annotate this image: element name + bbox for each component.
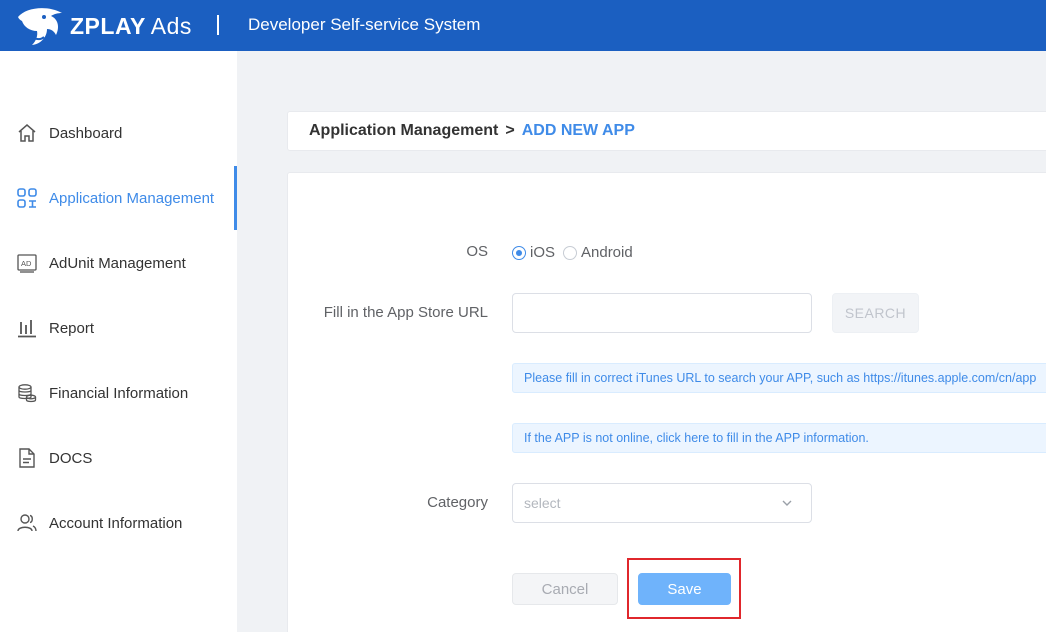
breadcrumb-current: ADD NEW APP	[521, 122, 635, 139]
svg-text:AD: AD	[21, 259, 32, 268]
coins-icon	[18, 384, 37, 403]
os-radio-ios[interactable]: iOS	[512, 244, 555, 261]
breadcrumb: Application Management > ADD NEW APP	[287, 111, 1046, 151]
logo-text: ZPLAY Ads	[70, 12, 192, 39]
breadcrumb-parent-link[interactable]: Application Management	[309, 122, 498, 140]
sidebar-item-adunit-management[interactable]: AD AdUnit Management	[0, 231, 237, 295]
top-header: ZPLAY Ads Developer Self-service System	[0, 0, 1046, 51]
ad-icon: AD	[17, 254, 37, 273]
sidebar-item-dashboard[interactable]: Dashboard	[0, 101, 237, 165]
app-store-url-input[interactable]	[512, 293, 812, 333]
sidebar-item-report[interactable]: Report	[0, 296, 237, 360]
os-radio-android[interactable]: Android	[563, 244, 633, 261]
sidebar-item-label: Financial Information	[49, 384, 189, 402]
offline-app-hint-link[interactable]: If the APP is not online, click here to …	[512, 423, 1046, 453]
os-label: OS	[466, 243, 488, 260]
system-title: Developer Self-service System	[248, 15, 481, 34]
zplay-logo[interactable]: ZPLAY Ads	[14, 5, 192, 47]
itunes-url-hint: Please fill in correct iTunes URL to sea…	[512, 363, 1046, 393]
sidebar-item-label: Report	[49, 319, 95, 337]
radio-label: iOS	[530, 244, 556, 261]
sidebar-item-docs[interactable]: DOCS	[0, 426, 237, 490]
sidebar-item-label: DOCS	[49, 449, 93, 467]
save-button[interactable]: Save	[638, 573, 731, 605]
radio-circle	[512, 245, 526, 260]
category-label: Category	[427, 494, 488, 511]
sidebar-item-account-information[interactable]: Account Information	[0, 491, 237, 555]
app-store-url-label: Fill in the App Store URL	[323, 304, 488, 321]
home-icon	[18, 124, 36, 142]
apps-grid-icon	[17, 188, 37, 208]
chevron-down-icon	[782, 500, 792, 506]
sidebar-item-label: Dashboard	[49, 124, 123, 142]
sidebar-item-label: Application Management	[49, 189, 215, 207]
sidebar-item-financial-information[interactable]: Financial Information	[0, 361, 237, 425]
bar-chart-icon	[18, 320, 36, 338]
search-button[interactable]: SEARCH	[832, 293, 919, 333]
sidebar-item-application-management[interactable]: Application Management	[0, 166, 237, 230]
breadcrumb-separator: >	[505, 122, 515, 139]
document-icon	[19, 448, 35, 468]
sidebar-nav: Dashboard Application Management AD AdUn…	[0, 51, 237, 632]
header-divider	[217, 15, 219, 35]
category-select-placeholder: select	[524, 495, 561, 511]
sidebar-item-label: AdUnit Management	[49, 254, 186, 272]
category-select[interactable]: select	[512, 483, 812, 523]
radio-label: Android	[581, 244, 633, 261]
radio-circle	[563, 245, 577, 260]
sidebar-item-label: Account Information	[49, 514, 183, 532]
users-icon	[17, 514, 37, 532]
cancel-button[interactable]: Cancel	[512, 573, 618, 605]
dolphin-logo-icon	[18, 8, 62, 46]
